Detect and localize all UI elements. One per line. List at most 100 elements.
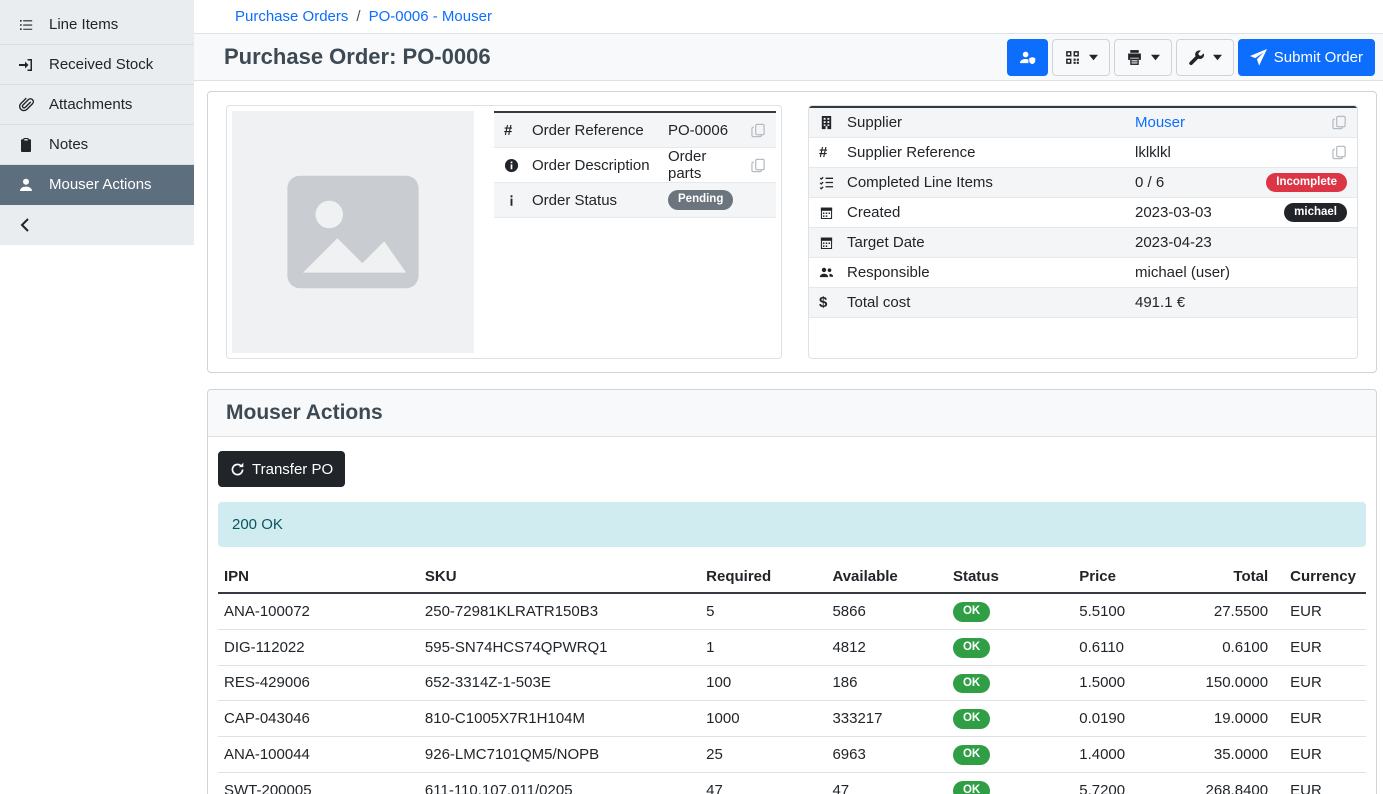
cell-status: OK <box>947 737 1073 773</box>
cell-available: 47 <box>826 772 947 794</box>
cell-status: OK <box>947 772 1073 794</box>
detail-row-target-date: Target Date2023-04-23 <box>809 228 1357 258</box>
breadcrumb-separator: / <box>356 8 360 25</box>
sidebar-item-label: Notes <box>49 136 88 153</box>
cell-price: 5.5100 <box>1073 593 1165 629</box>
cell-available: 4812 <box>826 629 947 665</box>
sidebar-item-notes[interactable]: Notes <box>0 125 194 165</box>
panel-title: Mouser Actions <box>208 390 1376 437</box>
detail-label: Responsible <box>847 264 1135 281</box>
image-icon <box>278 157 428 307</box>
cell-total: 150.0000 <box>1165 665 1274 701</box>
cell-total: 35.0000 <box>1165 737 1274 773</box>
tools-icon <box>1188 49 1205 66</box>
line-items-table: IPNSKURequiredAvailableStatusPriceTotalC… <box>218 564 1366 794</box>
cell-ipn: RES-429006 <box>218 665 419 701</box>
sidebar-item-label: Received Stock <box>49 56 153 73</box>
status-ok-badge: OK <box>953 602 990 622</box>
page-header: Purchase Order: PO-0006 Submit Order <box>194 33 1383 81</box>
status-ok-badge: OK <box>953 709 990 729</box>
column-header-ipn: IPN <box>218 564 419 593</box>
cell-required: 25 <box>700 737 826 773</box>
detail-label: Order Reference <box>532 122 668 139</box>
copy-icon[interactable] <box>1332 115 1347 130</box>
refresh-icon <box>230 462 245 477</box>
table-row-cap-043046: CAP-043046810-C1005X7R1H104M1000333217OK… <box>218 701 1366 737</box>
cell-available: 6963 <box>826 737 947 773</box>
order-actions-button[interactable] <box>1176 39 1234 76</box>
print-actions-button[interactable] <box>1114 39 1172 76</box>
copy-icon[interactable] <box>751 123 766 138</box>
cell-sku: 652-3314Z-1-503E <box>419 665 700 701</box>
cell-price: 1.4000 <box>1073 737 1165 773</box>
transfer-po-button[interactable]: Transfer PO <box>218 451 345 487</box>
cell-price: 5.7200 <box>1073 772 1165 794</box>
cell-price: 0.6110 <box>1073 629 1165 665</box>
transfer-po-label: Transfer PO <box>252 461 333 478</box>
cell-required: 47 <box>700 772 826 794</box>
header-toolbar: Submit Order <box>1007 39 1375 76</box>
cell-currency: EUR <box>1274 593 1366 629</box>
submit-order-button[interactable]: Submit Order <box>1238 39 1375 76</box>
supplier-details-table: SupplierMouser#Supplier Referencelklklkl… <box>809 106 1357 318</box>
detail-value-supplier-reference: lklklkl <box>1135 144 1171 161</box>
cell-required: 1000 <box>700 701 826 737</box>
sidebar-collapse-button[interactable] <box>0 205 194 245</box>
cell-ipn: ANA-100072 <box>218 593 419 629</box>
cell-total: 19.0000 <box>1165 701 1274 737</box>
detail-row-supplier-reference: #Supplier Referencelklklkl <box>809 138 1357 168</box>
detail-value-target-date: 2023-04-23 <box>1135 234 1212 251</box>
building-icon <box>819 115 847 130</box>
paper-plane-icon <box>1250 49 1267 66</box>
order-image-placeholder[interactable] <box>232 111 474 353</box>
detail-value-total-cost: 491.1 € <box>1135 294 1185 311</box>
order-details-table: #Order ReferencePO-0006Order Description… <box>494 111 776 218</box>
detail-value-order-reference: PO-0006 <box>668 122 728 139</box>
copy-icon[interactable] <box>1332 145 1347 160</box>
barcode-actions-button[interactable] <box>1052 39 1110 76</box>
page-title: Purchase Order: PO-0006 <box>224 44 491 70</box>
sidebar-item-attachments[interactable]: Attachments <box>0 85 194 125</box>
cell-required: 1 <box>700 629 826 665</box>
badge-incomplete: Incomplete <box>1266 173 1347 193</box>
column-header-status: Status <box>947 564 1073 593</box>
cell-available: 333217 <box>826 701 947 737</box>
sidebar-item-label: Mouser Actions <box>49 176 152 193</box>
detail-value-supplier[interactable]: Mouser <box>1135 114 1185 131</box>
sidebar-item-mouser-actions[interactable]: Mouser Actions <box>0 165 194 205</box>
detail-value-order-description: Order parts <box>668 148 743 182</box>
detail-label: Target Date <box>847 234 1135 251</box>
user-actions-button[interactable] <box>1007 39 1048 76</box>
sidebar-item-label: Attachments <box>49 96 132 113</box>
breadcrumb-link-current-order[interactable]: PO-0006 - Mouser <box>369 8 492 25</box>
caret-down-icon <box>1089 53 1098 62</box>
sidebar-item-received-stock[interactable]: Received Stock <box>0 45 194 85</box>
detail-row-completed-line-items: Completed Line Items0 / 6 Incomplete <box>809 168 1357 198</box>
badge-pending: Pending <box>668 190 733 210</box>
calendar-icon <box>819 235 847 250</box>
cell-price: 1.5000 <box>1073 665 1165 701</box>
table-row-swt-200005: SWT-200005611-110.107.011/02054747OK5.72… <box>218 772 1366 794</box>
sidebar: Line Items Received Stock Attachments Notes… <box>0 0 194 245</box>
cell-currency: EUR <box>1274 772 1366 794</box>
detail-row-total-cost: $Total cost491.1 € <box>809 288 1357 318</box>
cell-status: OK <box>947 701 1073 737</box>
caret-down-icon <box>1151 53 1160 62</box>
info-circle-icon <box>504 158 532 173</box>
cell-currency: EUR <box>1274 701 1366 737</box>
status-ok-badge: OK <box>953 674 990 694</box>
list-check-icon <box>819 175 847 190</box>
cell-status: OK <box>947 665 1073 701</box>
detail-row-order-description: Order DescriptionOrder parts <box>494 148 776 183</box>
info-icon <box>504 193 532 208</box>
detail-value-completed-line-items: 0 / 6 <box>1135 174 1164 191</box>
list-icon <box>16 17 35 33</box>
detail-row-responsible: Responsiblemichael (user) <box>809 258 1357 288</box>
clipboard-icon <box>16 137 35 153</box>
detail-row-created: Created2023-03-03michael <box>809 198 1357 228</box>
copy-icon[interactable] <box>751 158 766 173</box>
column-header-currency: Currency <box>1274 564 1366 593</box>
breadcrumb-link-purchase-orders[interactable]: Purchase Orders <box>235 8 348 25</box>
sidebar-item-line-items[interactable]: Line Items <box>0 5 194 45</box>
detail-label: Completed Line Items <box>847 174 1135 191</box>
